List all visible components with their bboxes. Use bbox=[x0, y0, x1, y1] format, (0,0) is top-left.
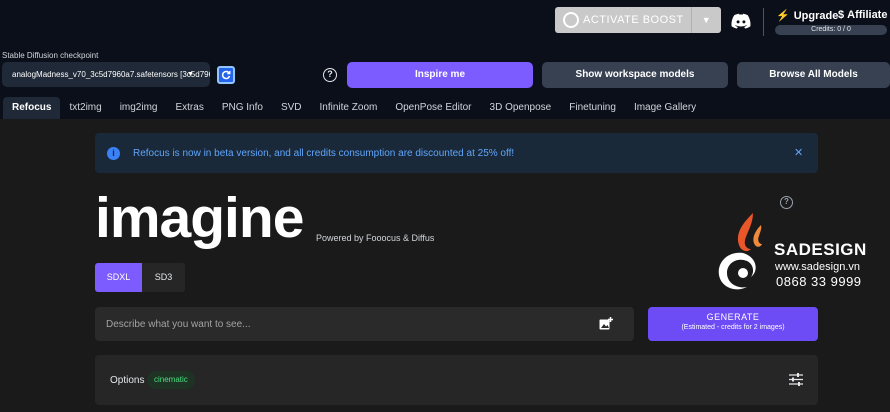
loading-ring-icon bbox=[563, 12, 579, 28]
refresh-icon bbox=[221, 70, 231, 80]
help-icon[interactable]: ? bbox=[323, 68, 337, 82]
generate-button[interactable]: GENERATE (Estimated - credits for 2 imag… bbox=[648, 307, 818, 341]
chevron-down-icon: ▼ bbox=[701, 15, 712, 25]
affiliate-label: Affiliate bbox=[847, 9, 888, 21]
dollar-icon: $ bbox=[838, 9, 845, 21]
show-workspace-models-button[interactable]: Show workspace models bbox=[542, 62, 728, 88]
tab-svd[interactable]: SVD bbox=[272, 97, 311, 119]
tab-img2img[interactable]: img2img bbox=[111, 97, 167, 119]
tab-txt2img[interactable]: txt2img bbox=[60, 97, 110, 119]
dropdown-caret-icon: ▼ bbox=[187, 71, 194, 78]
tab-bar: Refocus txt2img img2img Extras PNG Info … bbox=[0, 97, 705, 119]
page-title: imagine bbox=[95, 186, 304, 250]
upgrade-link[interactable]: ⚡ Upgrade bbox=[776, 9, 839, 23]
model-sdxl-button[interactable]: SDXL bbox=[95, 263, 142, 292]
checkpoint-select[interactable]: analogMadness_v70_3c5d7960a7.safetensors… bbox=[2, 62, 210, 87]
info-banner: i Refocus is now in beta version, and al… bbox=[95, 133, 818, 173]
help-icon[interactable]: ? bbox=[780, 196, 793, 209]
watermark-phone: 0868 33 9999 bbox=[776, 274, 862, 289]
inspire-me-button[interactable]: Inspire me bbox=[347, 62, 533, 88]
style-chip[interactable]: cinematic bbox=[147, 371, 195, 389]
boost-dropdown-button[interactable]: ▼ bbox=[691, 7, 721, 33]
browse-all-models-button[interactable]: Browse All Models bbox=[737, 62, 890, 88]
activate-boost-button[interactable]: ACTIVATE BOOST ▼ bbox=[555, 7, 721, 33]
prompt-input[interactable] bbox=[95, 307, 634, 341]
tab-3d-openpose[interactable]: 3D Openpose bbox=[481, 97, 561, 119]
tab-finetuning[interactable]: Finetuning bbox=[560, 97, 625, 119]
sadesign-logo-icon bbox=[718, 213, 762, 290]
discord-icon[interactable] bbox=[731, 13, 751, 29]
affiliate-link[interactable]: $ Affiliate bbox=[838, 9, 887, 21]
tab-png-info[interactable]: PNG Info bbox=[213, 97, 272, 119]
checkpoint-label: Stable Diffusion checkpoint bbox=[2, 51, 99, 60]
page-subtitle: Powered by Fooocus & Diffus bbox=[316, 233, 435, 243]
tune-settings-icon[interactable] bbox=[789, 373, 803, 386]
tab-refocus[interactable]: Refocus bbox=[3, 97, 61, 119]
tab-openpose-editor[interactable]: OpenPose Editor bbox=[386, 97, 480, 119]
generate-title: GENERATE bbox=[706, 312, 760, 322]
activate-boost-label: ACTIVATE BOOST bbox=[583, 14, 684, 26]
tab-infinite-zoom[interactable]: Infinite Zoom bbox=[311, 97, 387, 119]
generate-subtitle: (Estimated - credits for 2 images) bbox=[681, 324, 785, 331]
options-panel[interactable] bbox=[95, 355, 818, 405]
lightning-icon: ⚡ bbox=[776, 10, 790, 22]
watermark-url: www.sadesign.vn bbox=[775, 261, 860, 273]
info-icon: i bbox=[107, 146, 120, 160]
tab-image-gallery[interactable]: Image Gallery bbox=[625, 97, 705, 119]
model-sd3-button[interactable]: SD3 bbox=[142, 263, 185, 292]
banner-text: Refocus is now in beta version, and all … bbox=[133, 147, 515, 159]
credits-badge: Credits: 0 / 0 bbox=[775, 25, 887, 35]
upgrade-label: Upgrade bbox=[793, 9, 839, 22]
add-image-icon[interactable] bbox=[599, 317, 613, 330]
tab-extras[interactable]: Extras bbox=[166, 97, 212, 119]
topbar-divider bbox=[763, 8, 764, 36]
close-icon[interactable]: ✕ bbox=[794, 146, 803, 159]
refresh-checkpoint-button[interactable] bbox=[217, 66, 235, 84]
options-label: Options bbox=[110, 375, 145, 386]
watermark-brand: SADESIGN bbox=[774, 240, 867, 259]
model-toggle: SDXL SD3 bbox=[95, 263, 185, 292]
